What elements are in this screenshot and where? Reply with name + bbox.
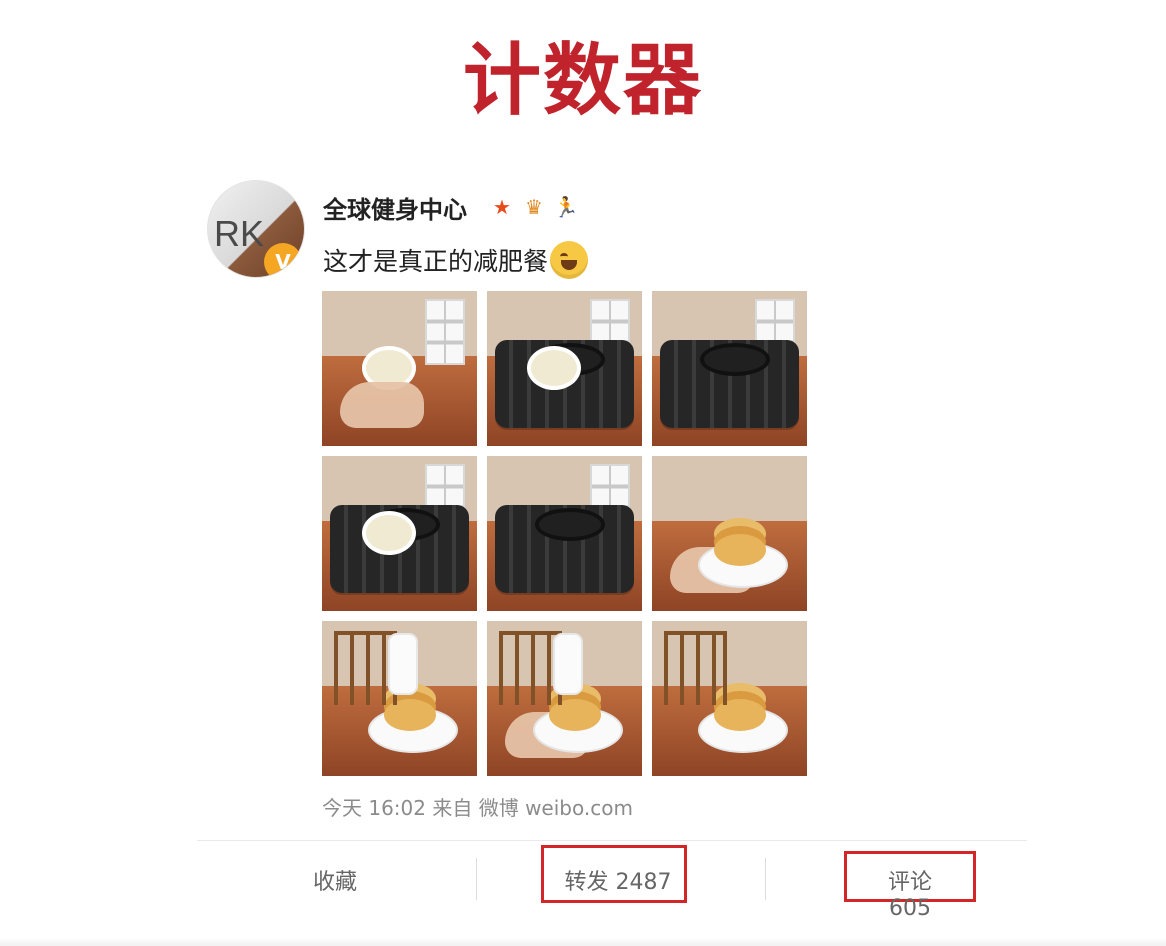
post-image-thumbnail[interactable] xyxy=(487,621,642,776)
chair-back-icon xyxy=(664,631,727,705)
crown-level-icon: ♛ xyxy=(525,195,543,219)
action-separator xyxy=(765,858,766,900)
post-image-thumbnail[interactable] xyxy=(652,621,807,776)
post-meta: 今天 16:02 来自 微博 weibo.com xyxy=(322,796,633,820)
repost-button[interactable]: 转发 2487 xyxy=(561,864,675,896)
post-image-thumbnail[interactable] xyxy=(487,291,642,446)
milk-bottle-icon xyxy=(555,635,581,693)
pan-icon xyxy=(704,347,766,372)
chair-back-icon xyxy=(499,631,562,705)
post-image-thumbnail[interactable] xyxy=(322,621,477,776)
pan-icon xyxy=(539,512,601,537)
favorite-button[interactable]: 收藏 xyxy=(309,864,361,896)
post-image-thumbnail[interactable] xyxy=(652,291,807,446)
chair-back-icon xyxy=(334,631,397,705)
post-text: 这才是真正的减肥餐 xyxy=(323,241,589,279)
milk-bottle-icon xyxy=(390,635,416,693)
avatar-logo-text: RK xyxy=(214,213,265,254)
action-divider xyxy=(197,840,1027,841)
user-name[interactable]: 全球健身中心 xyxy=(323,190,467,225)
runner-icon: 🏃 xyxy=(553,195,579,219)
post-image-thumbnail[interactable] xyxy=(322,456,477,611)
verified-badge-icon: V xyxy=(264,243,302,277)
action-separator xyxy=(476,858,477,900)
post-image-thumbnail[interactable] xyxy=(652,456,807,611)
post-image-thumbnail[interactable] xyxy=(322,291,477,446)
post-text-content: 这才是真正的减肥餐 xyxy=(323,247,549,276)
hand-icon xyxy=(340,382,424,428)
slide-title: 计数器 xyxy=(462,36,703,126)
comment-button[interactable]: 评论 605 xyxy=(864,864,956,921)
cup-icon xyxy=(527,346,581,390)
cup-icon xyxy=(362,511,416,555)
bottom-shadow xyxy=(0,938,1166,946)
star-icon: ★ xyxy=(493,195,511,219)
post-image-thumbnail[interactable] xyxy=(487,456,642,611)
laughing-crying-emoji-icon xyxy=(550,241,589,279)
user-avatar[interactable]: RK V xyxy=(207,180,305,278)
user-badges: ★ ♛ 🏃 xyxy=(488,190,580,224)
pancake-stack-icon xyxy=(714,534,766,566)
slide-canvas: 计数器 RK V 全球健身中心 ★ ♛ 🏃 这才是真正的减肥餐 今天 16:02 来… xyxy=(0,0,1166,946)
miniature-window-icon xyxy=(425,299,465,365)
image-grid xyxy=(322,291,808,777)
